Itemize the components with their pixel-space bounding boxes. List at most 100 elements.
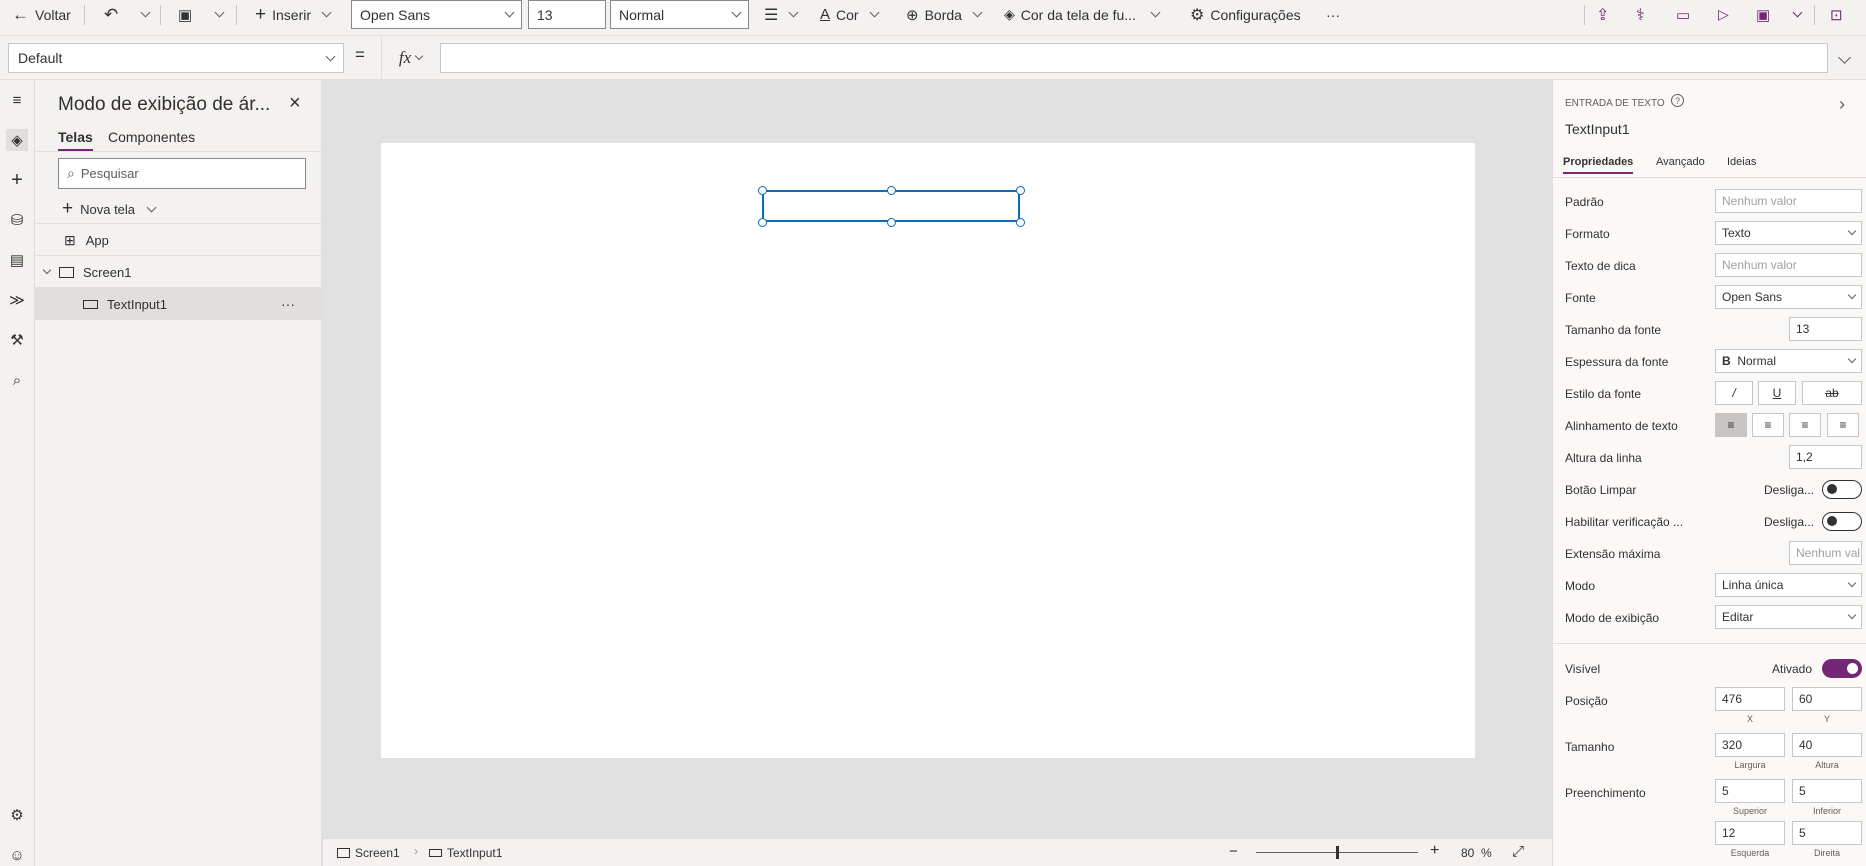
breadcrumb-screen[interactable]: Screen1 — [337, 846, 400, 860]
tab-propriedades[interactable]: Propriedades — [1563, 156, 1634, 174]
advanced-tools-icon[interactable]: ⚒ — [6, 329, 28, 351]
control-name[interactable]: TextInput1 — [1565, 121, 1630, 137]
tamanho-altura-input[interactable]: 40 — [1792, 733, 1862, 757]
expand-formula-button[interactable] — [1838, 50, 1851, 65]
new-screen-button[interactable]: + Nova tela — [62, 196, 157, 222]
insert-button[interactable]: + Inserir — [255, 0, 332, 29]
zoom-in-button[interactable]: + — [1430, 842, 1439, 860]
align-left-icon[interactable]: ≡ — [1715, 413, 1747, 437]
tab-ideias[interactable]: Ideias — [1727, 156, 1756, 168]
user-icon[interactable]: ☺ — [6, 844, 28, 866]
verificacao-toggle[interactable] — [1822, 512, 1862, 531]
settings-button[interactable]: ⚙ Configurações — [1190, 0, 1301, 29]
botao-limpar-toggle[interactable] — [1822, 480, 1862, 499]
tab-avancado[interactable]: Avançado — [1656, 156, 1705, 168]
modo-dropdown[interactable]: Linha única — [1715, 573, 1862, 597]
padrao-input[interactable]: Nenhum valor — [1715, 189, 1862, 213]
data-icon[interactable]: ⛁ — [6, 209, 28, 231]
property-dropdown[interactable]: Default — [8, 43, 344, 73]
fx-button[interactable]: fx — [381, 36, 439, 80]
tamanho-largura-input[interactable]: 320 — [1715, 733, 1785, 757]
more-options-button[interactable]: ··· — [281, 296, 295, 312]
zoom-slider[interactable] — [1256, 846, 1418, 859]
power-automate-icon[interactable]: ≫ — [6, 289, 28, 311]
dica-input[interactable]: Nenhum valor — [1715, 253, 1862, 277]
visivel-toggle[interactable] — [1822, 659, 1862, 678]
save-button[interactable]: ▣ — [1756, 0, 1770, 29]
close-icon[interactable]: × — [289, 92, 301, 115]
padding-top-input[interactable]: 5 — [1715, 779, 1785, 803]
formula-input[interactable] — [440, 43, 1828, 73]
more-button[interactable]: ··· — [1326, 0, 1340, 29]
media-icon[interactable]: ▤ — [6, 249, 28, 271]
comments-button[interactable]: ▭ — [1676, 0, 1690, 29]
padding-bottom-input[interactable]: 5 — [1792, 779, 1862, 803]
strikethrough-icon[interactable]: ab — [1802, 381, 1862, 405]
tree-view-icon[interactable]: ◈ — [6, 129, 28, 151]
save-menu-button[interactable] — [1792, 0, 1803, 29]
insert-icon[interactable]: + — [6, 169, 28, 191]
share-button[interactable]: ⇪ — [1596, 0, 1609, 29]
preview-button[interactable]: ▷ — [1718, 0, 1729, 29]
menu-icon[interactable]: ≡ — [6, 89, 28, 111]
resize-handle[interactable] — [887, 186, 896, 195]
collapse-pane-icon[interactable]: › — [1839, 94, 1845, 115]
tree-item-textinput1[interactable]: TextInput1 ··· — [35, 288, 322, 320]
paste-menu-button[interactable] — [214, 0, 225, 29]
align-icon: ☰ — [764, 6, 779, 24]
chevron-down-icon — [972, 7, 983, 18]
posicao-x-input[interactable]: 476 — [1715, 687, 1785, 711]
font-size-input[interactable]: 13 — [528, 0, 606, 29]
font-dropdown[interactable]: Open Sans — [351, 0, 522, 29]
undo-menu-button[interactable] — [140, 0, 151, 29]
extensao-input[interactable]: Nenhum val — [1789, 541, 1862, 565]
search-icon[interactable]: ⌕ — [6, 369, 28, 391]
tab-telas[interactable]: Telas — [58, 129, 93, 151]
padding-right-input[interactable]: 5 — [1792, 821, 1862, 845]
prop-label-visivel: Visível — [1565, 662, 1601, 676]
undo-button[interactable]: ↶ — [104, 0, 118, 29]
prop-label-fonte: Fonte — [1565, 291, 1596, 305]
tamanho-fonte-input[interactable]: 13 — [1789, 317, 1862, 341]
tree-item-app[interactable]: ⊞ App — [35, 224, 322, 256]
fill-button[interactable]: ◈ Cor da tela de fu... — [1004, 0, 1161, 29]
color-button[interactable]: A Cor — [820, 0, 880, 29]
align-button[interactable]: ☰ — [764, 0, 799, 29]
align-right-icon[interactable]: ≡ — [1789, 413, 1821, 437]
align-justify-icon[interactable]: ≡ — [1827, 413, 1859, 437]
resize-handle[interactable] — [1016, 218, 1025, 227]
resize-handle[interactable] — [1016, 186, 1025, 195]
underline-icon[interactable]: U — [1758, 381, 1796, 405]
tab-componentes[interactable]: Componentes — [108, 129, 195, 145]
resize-handle[interactable] — [758, 186, 767, 195]
zoom-out-button[interactable]: − — [1229, 843, 1238, 860]
posicao-y-input[interactable]: 60 — [1792, 687, 1862, 711]
padding-left-input[interactable]: 12 — [1715, 821, 1785, 845]
pane-title: Modo de exibição de ár... — [58, 94, 271, 115]
fonte-dropdown[interactable]: Open Sans — [1715, 285, 1862, 309]
resize-handle[interactable] — [758, 218, 767, 227]
fit-screen-icon[interactable]: ⤢ — [1512, 843, 1524, 860]
align-center-icon[interactable]: ≡ — [1752, 413, 1784, 437]
paste-button[interactable]: ▣ — [178, 0, 192, 29]
modo-exibicao-dropdown[interactable]: Editar — [1715, 605, 1862, 629]
bold-icon: B — [1722, 354, 1731, 368]
breadcrumb-control[interactable]: TextInput1 — [429, 846, 502, 860]
tree-item-screen1[interactable]: Screen1 — [35, 256, 322, 288]
font-weight-dropdown[interactable]: Normal — [610, 0, 749, 29]
zoom-slider-thumb[interactable] — [1336, 846, 1339, 859]
chevron-down-icon[interactable] — [42, 265, 52, 275]
border-button[interactable]: ⊕ Borda — [906, 0, 983, 29]
search-input[interactable]: ⌕ Pesquisar — [58, 158, 306, 189]
resize-handle[interactable] — [887, 218, 896, 227]
formato-dropdown[interactable]: Texto — [1715, 221, 1862, 245]
screen1-canvas[interactable] — [381, 143, 1475, 758]
gear-icon[interactable]: ⚙ — [6, 804, 28, 826]
help-icon[interactable]: ? — [1671, 94, 1684, 107]
checker-button[interactable]: ⚕ — [1636, 0, 1645, 29]
espessura-dropdown[interactable]: B Normal — [1715, 349, 1862, 373]
publish-button[interactable]: ⊡ — [1830, 0, 1843, 29]
altura-linha-input[interactable]: 1,2 — [1789, 445, 1862, 469]
back-button[interactable]: ← Voltar — [12, 0, 71, 29]
italic-icon[interactable]: / — [1715, 381, 1753, 405]
